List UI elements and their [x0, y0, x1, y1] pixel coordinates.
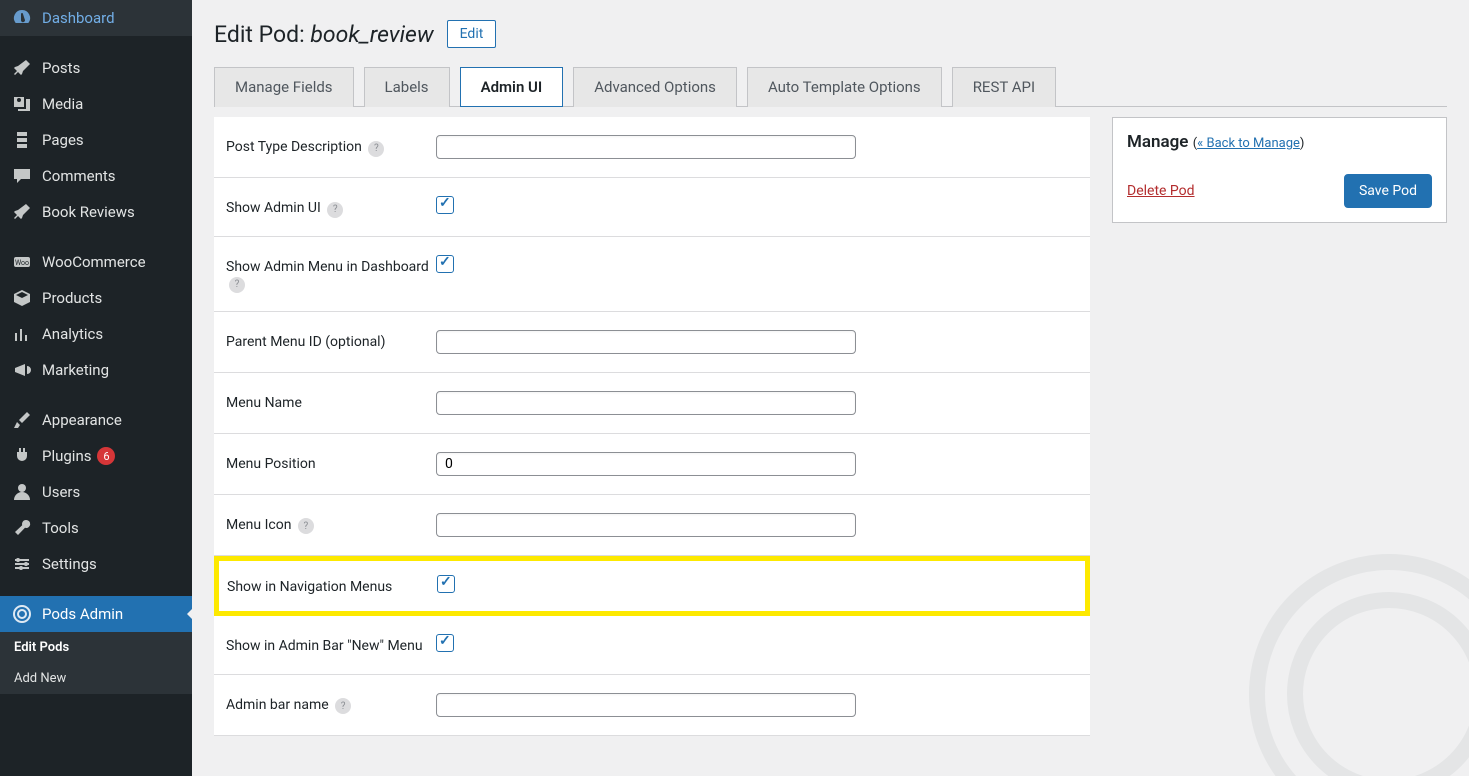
- sidebar-item-posts[interactable]: Posts: [0, 50, 192, 86]
- post-type-description-input[interactable]: [436, 135, 856, 159]
- sidebar-item-label: Analytics: [42, 325, 103, 343]
- field-post-type-description: Post Type Description ?: [214, 117, 1090, 178]
- sidebar-item-tools[interactable]: Tools: [0, 510, 192, 546]
- sidebar-item-marketing[interactable]: Marketing: [0, 352, 192, 388]
- panel-title: Manage: [1127, 132, 1188, 152]
- pages-icon: [12, 130, 32, 150]
- help-icon[interactable]: ?: [368, 141, 384, 157]
- help-icon[interactable]: ?: [298, 518, 314, 534]
- sidebar-item-dashboard[interactable]: Dashboard: [0, 0, 192, 36]
- pin-icon: [12, 202, 32, 222]
- tab-labels[interactable]: Labels: [364, 67, 450, 107]
- admin-bar-name-input[interactable]: [436, 693, 856, 717]
- manage-panel: Manage (« Back to Manage) Delete Pod Sav…: [1112, 117, 1447, 223]
- submenu-item-add-new[interactable]: Add New: [0, 663, 192, 694]
- field-show-in-nav-menus: Show in Navigation Menus: [214, 556, 1090, 616]
- menu-name-input[interactable]: [436, 391, 856, 415]
- tabs-nav: Manage FieldsLabelsAdmin UIAdvanced Opti…: [214, 66, 1447, 107]
- back-to-manage-link[interactable]: « Back to Manage: [1197, 136, 1300, 151]
- sidebar-item-label: Products: [42, 289, 102, 307]
- sidebar-item-label: Settings: [42, 555, 97, 573]
- media-icon: [12, 94, 32, 114]
- sidebar-item-label: Posts: [42, 59, 80, 77]
- sidebar-item-label: WooCommerce: [42, 253, 146, 271]
- help-icon[interactable]: ?: [327, 202, 343, 218]
- show-admin-ui-checkbox[interactable]: [436, 196, 454, 214]
- parent-menu-id-input[interactable]: [436, 330, 856, 354]
- help-icon[interactable]: ?: [335, 698, 351, 714]
- sidebar-item-settings[interactable]: Settings: [0, 546, 192, 582]
- tab-manage-fields[interactable]: Manage Fields: [214, 67, 354, 107]
- sidebar-item-book-reviews[interactable]: Book Reviews: [0, 194, 192, 230]
- svg-text:Woo: Woo: [15, 259, 29, 267]
- sliders-icon: [12, 554, 32, 574]
- sidebar-item-pages[interactable]: Pages: [0, 122, 192, 158]
- sidebar-item-woocommerce[interactable]: Woo WooCommerce: [0, 244, 192, 280]
- sidebar-item-label: Appearance: [42, 411, 122, 429]
- show-admin-menu-checkbox[interactable]: [436, 255, 454, 273]
- help-icon[interactable]: ?: [229, 277, 245, 293]
- field-menu-position: Menu Position: [214, 434, 1090, 495]
- sidebar-item-appearance[interactable]: Appearance: [0, 402, 192, 438]
- sidebar-item-users[interactable]: Users: [0, 474, 192, 510]
- cube-icon: [12, 288, 32, 308]
- gauge-icon: [12, 8, 32, 28]
- show-in-nav-checkbox[interactable]: [437, 575, 455, 593]
- sidebar-item-label: Book Reviews: [42, 203, 135, 221]
- sidebar-item-label: Media: [42, 95, 83, 113]
- field-show-admin-menu: Show Admin Menu in Dashboard ?: [214, 237, 1090, 312]
- tab-auto-template-options[interactable]: Auto Template Options: [747, 67, 942, 107]
- submenu: Edit PodsAdd New: [0, 632, 192, 694]
- chart-icon: [12, 324, 32, 344]
- sidebar-item-label: Tools: [42, 519, 79, 537]
- comment-icon: [12, 166, 32, 186]
- sidebar-item-label: Pages: [42, 131, 84, 149]
- admin-sidebar: Dashboard Posts Media Pages Comments Book Rev…: [0, 0, 192, 776]
- pods-icon: [12, 604, 32, 624]
- field-parent-menu-id: Parent Menu ID (optional): [214, 312, 1090, 373]
- wrench-icon: [12, 518, 32, 538]
- submenu-item-edit-pods[interactable]: Edit Pods: [0, 632, 192, 663]
- sidebar-item-label: Marketing: [42, 361, 109, 379]
- sidebar-item-label: Comments: [42, 167, 116, 185]
- page-title: Edit Pod: book_review: [214, 21, 434, 48]
- content-area: Edit Pod: book_review Edit Manage Fields…: [192, 0, 1469, 776]
- brush-icon: [12, 410, 32, 430]
- field-show-in-admin-bar: Show in Admin Bar "New" Menu: [214, 616, 1090, 675]
- woo-icon: Woo: [12, 252, 32, 272]
- sidebar-item-label: Dashboard: [42, 9, 115, 27]
- user-icon: [12, 482, 32, 502]
- field-menu-name: Menu Name: [214, 373, 1090, 434]
- field-admin-bar-name: Admin bar name ?: [214, 675, 1090, 736]
- sidebar-item-label: Plugins: [42, 447, 91, 465]
- plug-icon: [12, 446, 32, 466]
- sidebar-item-comments[interactable]: Comments: [0, 158, 192, 194]
- edit-button[interactable]: Edit: [447, 20, 497, 48]
- form-area: Post Type Description ? Show Admin UI ? …: [214, 117, 1090, 736]
- delete-pod-link[interactable]: Delete Pod: [1127, 183, 1195, 199]
- tab-rest-api[interactable]: REST API: [952, 67, 1056, 107]
- sidebar-item-label: Users: [42, 483, 80, 501]
- sidebar-item-plugins[interactable]: Plugins 6: [0, 438, 192, 474]
- menu-icon-input[interactable]: [436, 513, 856, 537]
- sidebar-item-media[interactable]: Media: [0, 86, 192, 122]
- tab-advanced-options[interactable]: Advanced Options: [573, 67, 737, 107]
- update-badge: 6: [97, 447, 115, 465]
- menu-position-input[interactable]: [436, 452, 856, 476]
- sidebar-item-label: Pods Admin: [42, 605, 123, 623]
- tab-admin-ui[interactable]: Admin UI: [460, 67, 564, 107]
- sidebar-item-analytics[interactable]: Analytics: [0, 316, 192, 352]
- megaphone-icon: [12, 360, 32, 380]
- sidebar-item-pods-admin[interactable]: Pods Admin: [0, 596, 192, 632]
- sidebar-item-products[interactable]: Products: [0, 280, 192, 316]
- field-show-admin-ui: Show Admin UI ?: [214, 178, 1090, 237]
- show-in-admin-bar-checkbox[interactable]: [436, 634, 454, 652]
- save-pod-button[interactable]: Save Pod: [1344, 174, 1432, 208]
- field-menu-icon: Menu Icon ?: [214, 495, 1090, 556]
- pin-icon: [12, 58, 32, 78]
